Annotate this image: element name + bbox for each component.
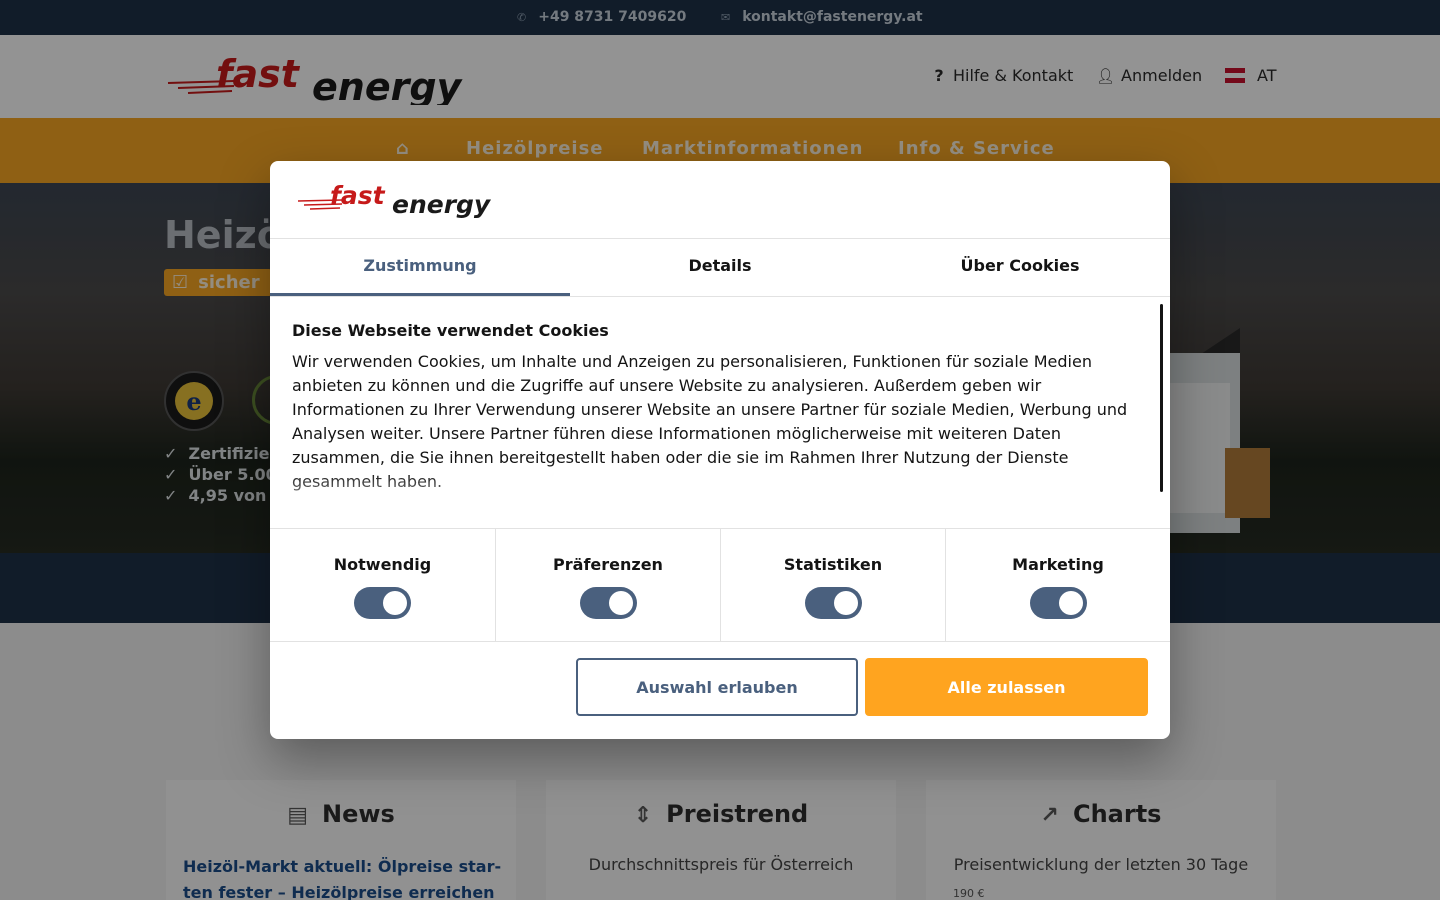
toggle-knob [1059,591,1083,615]
toggle-notwendig[interactable] [354,587,411,619]
toggle-praeferenzen[interactable] [580,587,637,619]
cookie-heading: Diese Webseite verwendet Cookies [292,321,609,340]
toggle-label-notwendig: Notwendig [333,555,432,574]
toggle-group-notwendig: Notwendig [270,529,495,642]
allow-selection-button[interactable]: Auswahl erlauben [576,658,858,716]
tab-details[interactable]: Details [570,239,870,296]
allow-all-button[interactable]: Alle zulassen [865,658,1148,716]
toggle-knob [609,591,633,615]
toggle-knob [834,591,858,615]
cookie-category-toggles: Notwendig Präferenzen Statistiken Market… [270,528,1170,642]
dialog-logo-fast-text: fast [330,181,386,210]
text-fade [270,472,1150,527]
dialog-fastenergy-logo: fast energy [296,181,522,219]
tab-zustimmung[interactable]: Zustimmung [270,239,570,296]
toggle-statistiken[interactable] [805,587,862,619]
cookie-consent-dialog: fast energy Zustimmung Details Über Cook… [270,161,1170,739]
cookie-info-body[interactable]: Diese Webseite verwendet Cookies Wir ver… [270,297,1170,527]
toggle-knob [383,591,407,615]
toggle-group-marketing: Marketing [945,529,1170,642]
cookie-tabs: Zustimmung Details Über Cookies [270,239,1170,296]
toggle-label-statistiken: Statistiken [783,555,883,574]
toggle-marketing[interactable] [1030,587,1087,619]
toggle-label-marketing: Marketing [1012,555,1104,574]
cookie-text-scrollbar[interactable] [1160,304,1163,492]
tab-ueber-cookies[interactable]: Über Cookies [870,239,1170,296]
toggle-group-praeferenzen: Präferenzen [495,529,720,642]
dialog-logo-energy-text: energy [392,190,492,219]
toggle-group-statistiken: Statistiken [720,529,945,642]
toggle-label-praeferenzen: Präferenzen [553,555,663,574]
